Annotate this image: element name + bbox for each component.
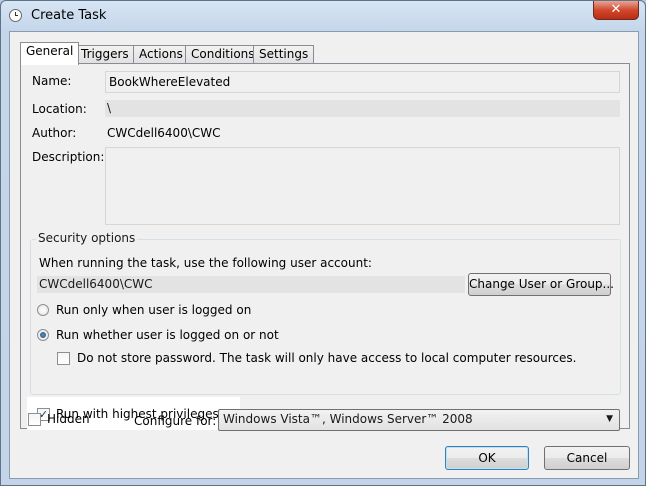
title-bar[interactable]: Create Task ✕ bbox=[1, 1, 645, 31]
description-label: Description: bbox=[32, 150, 105, 164]
run-whether-logged-on-radio[interactable] bbox=[37, 329, 49, 341]
account-prompt: When running the task, use the following… bbox=[39, 256, 372, 270]
tab-general[interactable]: General bbox=[20, 42, 80, 65]
name-label: Name: bbox=[32, 74, 72, 88]
run-whether-logged-on-label: Run whether user is logged on or not bbox=[56, 328, 279, 342]
author-label: Author: bbox=[32, 126, 77, 140]
ok-button[interactable]: OK bbox=[445, 446, 529, 470]
cancel-button-label: Cancel bbox=[566, 451, 608, 465]
clock-icon bbox=[9, 9, 22, 22]
general-tab-panel: Name: BookWhereElevated Location: \ Auth… bbox=[20, 63, 630, 430]
do-not-store-password-checkbox[interactable] bbox=[57, 352, 70, 365]
tab-settings[interactable]: Settings bbox=[253, 45, 315, 63]
security-options-title: Security options bbox=[36, 231, 138, 245]
configure-for-label: Configure for: bbox=[134, 414, 217, 428]
author-value: CWCdell6400\CWC bbox=[107, 126, 221, 140]
window-title: Create Task bbox=[31, 8, 107, 23]
tab-conditions[interactable]: Conditions bbox=[185, 45, 261, 63]
change-user-button-label: Change User or Group... bbox=[469, 277, 614, 291]
hidden-label: Hidden bbox=[47, 412, 90, 426]
user-account-value: CWCdell6400\CWC bbox=[37, 276, 465, 293]
location-value: \ bbox=[105, 100, 620, 117]
configure-for-dropdown[interactable]: Windows Vista™, Windows Server™ 2008 ▼ bbox=[218, 409, 620, 431]
do-not-store-password-label: Do not store password. The task will onl… bbox=[77, 351, 577, 365]
chevron-down-icon: ▼ bbox=[606, 414, 613, 424]
configure-for-value: Windows Vista™, Windows Server™ 2008 bbox=[223, 412, 473, 426]
location-label: Location: bbox=[32, 102, 87, 116]
tab-actions[interactable]: Actions bbox=[133, 45, 189, 63]
tab-triggers[interactable]: Triggers bbox=[75, 45, 135, 63]
name-field[interactable]: BookWhereElevated bbox=[105, 71, 620, 93]
cancel-button[interactable]: Cancel bbox=[544, 446, 630, 470]
ok-button-label: OK bbox=[478, 451, 496, 465]
description-field[interactable] bbox=[105, 147, 620, 225]
dialog-client-area: General Triggers Actions Conditions Sett… bbox=[9, 31, 639, 479]
create-task-window: Create Task ✕ General Triggers Actions C… bbox=[0, 0, 646, 486]
run-only-logged-on-label: Run only when user is logged on bbox=[56, 303, 252, 317]
close-button[interactable]: ✕ bbox=[593, 1, 639, 20]
hidden-checkbox[interactable] bbox=[28, 413, 41, 426]
change-user-or-group-button[interactable]: Change User or Group... bbox=[468, 273, 614, 296]
run-only-logged-on-radio[interactable] bbox=[37, 304, 49, 316]
